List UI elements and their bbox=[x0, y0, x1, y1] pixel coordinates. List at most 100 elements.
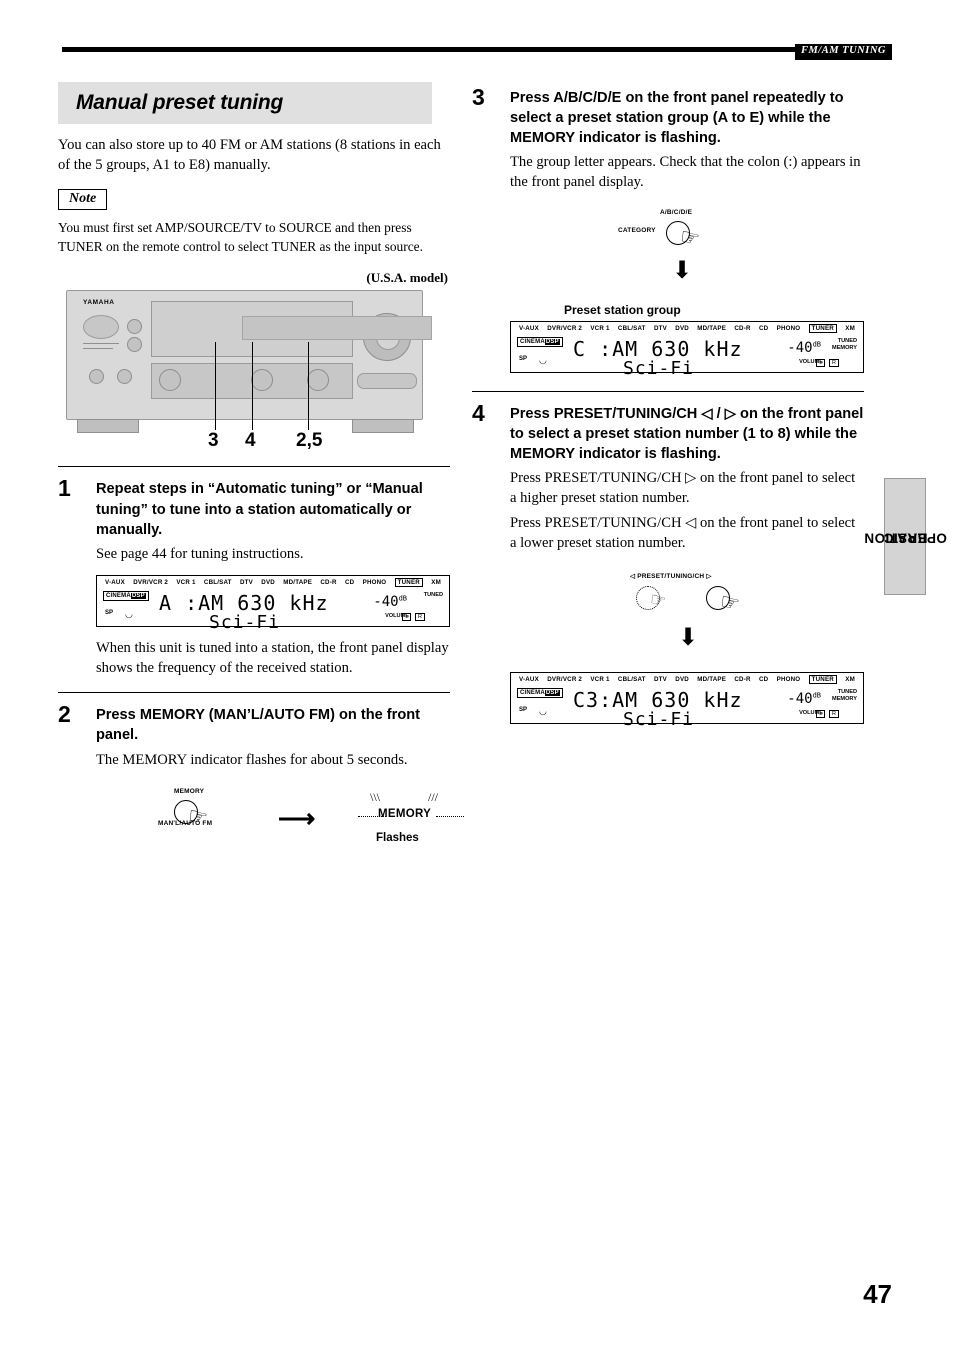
side-tab-line2: OPERATION bbox=[863, 529, 947, 545]
display-3-label-cd: CD bbox=[758, 675, 769, 683]
manual-page: FM/AM TUNING Manual preset tuning You ca… bbox=[0, 0, 954, 1348]
antenna-icon: ◡ bbox=[125, 608, 133, 619]
display-3-label-cd-r: CD-R bbox=[734, 675, 751, 683]
receiver-dial-d bbox=[89, 369, 104, 385]
display-3-sp-label: SP bbox=[519, 706, 528, 713]
abcde-button-label: A/B/C/D/E bbox=[660, 209, 693, 217]
step-4-heading: Press PRESET/TUNING/CH ◁ / ▷ on the fron… bbox=[510, 406, 864, 463]
flash-spark-left-icon: \\\ bbox=[370, 790, 381, 805]
display-2-tuned-indicator: TUNED bbox=[837, 338, 857, 345]
display-1-label-cd: CD bbox=[344, 578, 355, 586]
display-2-sub-text: Sci-Fi bbox=[623, 358, 695, 380]
display-1-sub-text: Sci-Fi bbox=[209, 611, 281, 633]
display-2-label-tuner: TUNER bbox=[808, 324, 837, 334]
category-button-label: CATEGORY bbox=[618, 227, 656, 235]
step-1: 1 Repeat steps in “Automatic tuning” or … bbox=[58, 475, 450, 678]
callout-2-5: 2,5 bbox=[296, 430, 323, 452]
header-rule bbox=[62, 47, 864, 52]
display-2-label-cbl-sat: CBL/SAT bbox=[617, 325, 646, 333]
input-knob-1 bbox=[127, 319, 142, 335]
antenna-icon-2: ◡ bbox=[539, 355, 547, 366]
step-2: 2 Press MEMORY (MAN’L/AUTO FM) on the fr… bbox=[58, 701, 464, 854]
step-3-body: The group letter appears. Check that the… bbox=[510, 154, 861, 191]
display-3-label-phono: PHONO bbox=[776, 675, 801, 683]
display-1-volume: -40dB bbox=[373, 594, 407, 610]
display-2-label-phono: PHONO bbox=[776, 325, 801, 333]
receiver-jack-strip bbox=[357, 373, 417, 390]
step-1-after-text: When this unit is tuned into a station, … bbox=[96, 639, 449, 676]
display-1-box-l: L bbox=[402, 612, 412, 621]
display-2-box-l: L bbox=[816, 359, 826, 368]
display-2-label-v-aux: V-AUX bbox=[519, 325, 539, 333]
receiver-foot-right bbox=[352, 419, 414, 434]
receiver-dial-e bbox=[117, 369, 132, 385]
intro-paragraph: You can also store up to 40 FM or AM sta… bbox=[58, 137, 441, 173]
display-1-label-vcr1: VCR 1 bbox=[176, 578, 196, 586]
display-1-label-dvd: DVD bbox=[261, 578, 275, 586]
step-3-number: 3 bbox=[472, 84, 485, 110]
display-2-volume: -40dB bbox=[787, 340, 821, 356]
page-number: 47 bbox=[863, 1279, 892, 1309]
step-2-number: 2 bbox=[58, 701, 71, 728]
front-panel-display-1: V-AUX DVR/VCR 2 VCR 1 CBL/SAT DTV DVD MD… bbox=[96, 574, 450, 633]
display-1-label-phono: PHONO bbox=[362, 578, 387, 586]
preset-station-group-caption: Preset station group bbox=[564, 303, 681, 318]
page-title: Manual preset tuning bbox=[76, 91, 284, 114]
display-3-box-r: R bbox=[829, 709, 839, 718]
display-3-label-dtv: DTV bbox=[653, 675, 667, 683]
front-panel-display-3: V-AUX DVR/VCR 2 VCR 1 CBL/SAT DTV DVD MD… bbox=[510, 671, 864, 730]
display-2-small-boxes: L R bbox=[814, 359, 839, 368]
receiver-illustration: YAMAHA 3 4 2,5 bbox=[58, 290, 450, 460]
display-2-label-cd-r: CD-R bbox=[734, 325, 751, 333]
display-2-label-cd: CD bbox=[758, 325, 769, 333]
display-2-label-vcr1: VCR 1 bbox=[590, 325, 610, 333]
flow-arrow-down-2-icon: ⬇ bbox=[678, 624, 699, 651]
step-4-body-2: Press PRESET/TUNING/CH ◁ on the front pa… bbox=[510, 515, 856, 551]
callout-3: 3 bbox=[208, 430, 219, 452]
right-divider-1 bbox=[472, 391, 864, 393]
display-3-small-boxes: L R bbox=[814, 709, 839, 718]
step-1-heading: Repeat steps in “Automatic tuning” or “M… bbox=[96, 481, 423, 538]
callout-leader-2 bbox=[252, 342, 253, 431]
step-2-body: The MEMORY indicator flashes for about 5… bbox=[96, 751, 408, 768]
display-3-label-dvr-vcr2: DVR/VCR 2 bbox=[547, 675, 583, 683]
hand-pointer-left-icon: ☞ bbox=[648, 588, 669, 612]
display-3-volume-value: -40 bbox=[787, 690, 813, 707]
hand-pointer-abcde-icon: ☞ bbox=[677, 223, 703, 252]
antenna-icon-3: ◡ bbox=[539, 705, 547, 716]
preset-tuning-press-graphic: ◁ PRESET/TUNING/CH ▷ ☞ ☞ ⬇ bbox=[510, 570, 864, 670]
input-knob-2 bbox=[127, 337, 142, 353]
receiver-line-1 bbox=[83, 343, 119, 345]
display-1-small-boxes: L R bbox=[400, 612, 425, 621]
display-3-label-vcr1: VCR 1 bbox=[590, 675, 610, 683]
front-panel-display-2: V-AUX DVR/VCR 2 VCR 1 CBL/SAT DTV DVD MD… bbox=[510, 321, 864, 379]
display-3-label-md-tape: MD/TAPE bbox=[697, 675, 727, 683]
hand-pointer-right-icon: ☞ bbox=[717, 588, 743, 617]
display-2-cinema-dsp-badge: CINEMADSP bbox=[517, 337, 563, 348]
display-1-box-r: R bbox=[415, 612, 425, 621]
note-label: Note bbox=[58, 189, 108, 211]
display-1-label-xm: XM bbox=[431, 578, 441, 586]
display-1-volume-unit: dB bbox=[398, 594, 407, 602]
display-1-label-cd-r: CD-R bbox=[320, 578, 337, 586]
display-1-label-v-aux: V-AUX bbox=[105, 578, 125, 586]
receiver-display-screen bbox=[242, 316, 432, 341]
power-knob bbox=[83, 315, 119, 340]
display-1-volume-value: -40 bbox=[373, 593, 399, 610]
memory-indicator-label: MEMORY bbox=[378, 808, 432, 821]
display-1-label-cbl-sat: CBL/SAT bbox=[203, 578, 232, 586]
flash-dash-right bbox=[436, 816, 464, 818]
display-2-input-labels: V-AUX DVR/VCR 2 VCR 1 CBL/SAT DTV DVD MD… bbox=[511, 324, 863, 334]
display-3-sub-text: Sci-Fi bbox=[623, 708, 695, 730]
yamaha-logo: YAMAHA bbox=[83, 299, 115, 307]
display-2-memory-indicator: MEMORY bbox=[832, 345, 857, 352]
left-column: Manual preset tuning You can also store … bbox=[58, 82, 464, 854]
header-section-tag: FM/AM TUNING bbox=[794, 44, 892, 60]
display-3-volume: -40dB bbox=[787, 691, 821, 707]
flow-arrow-right-icon: ⟶ bbox=[278, 804, 316, 834]
note-body: You must first set AMP/SOURCE/TV to SOUR… bbox=[58, 220, 423, 255]
display-3-label-cbl-sat: CBL/SAT bbox=[617, 675, 646, 683]
flash-spark-right-icon: /// bbox=[428, 790, 439, 805]
display-1-label-tuner: TUNER bbox=[394, 577, 423, 587]
step-4: 4 Press PRESET/TUNING/CH ◁ / ▷ on the fr… bbox=[472, 400, 864, 730]
